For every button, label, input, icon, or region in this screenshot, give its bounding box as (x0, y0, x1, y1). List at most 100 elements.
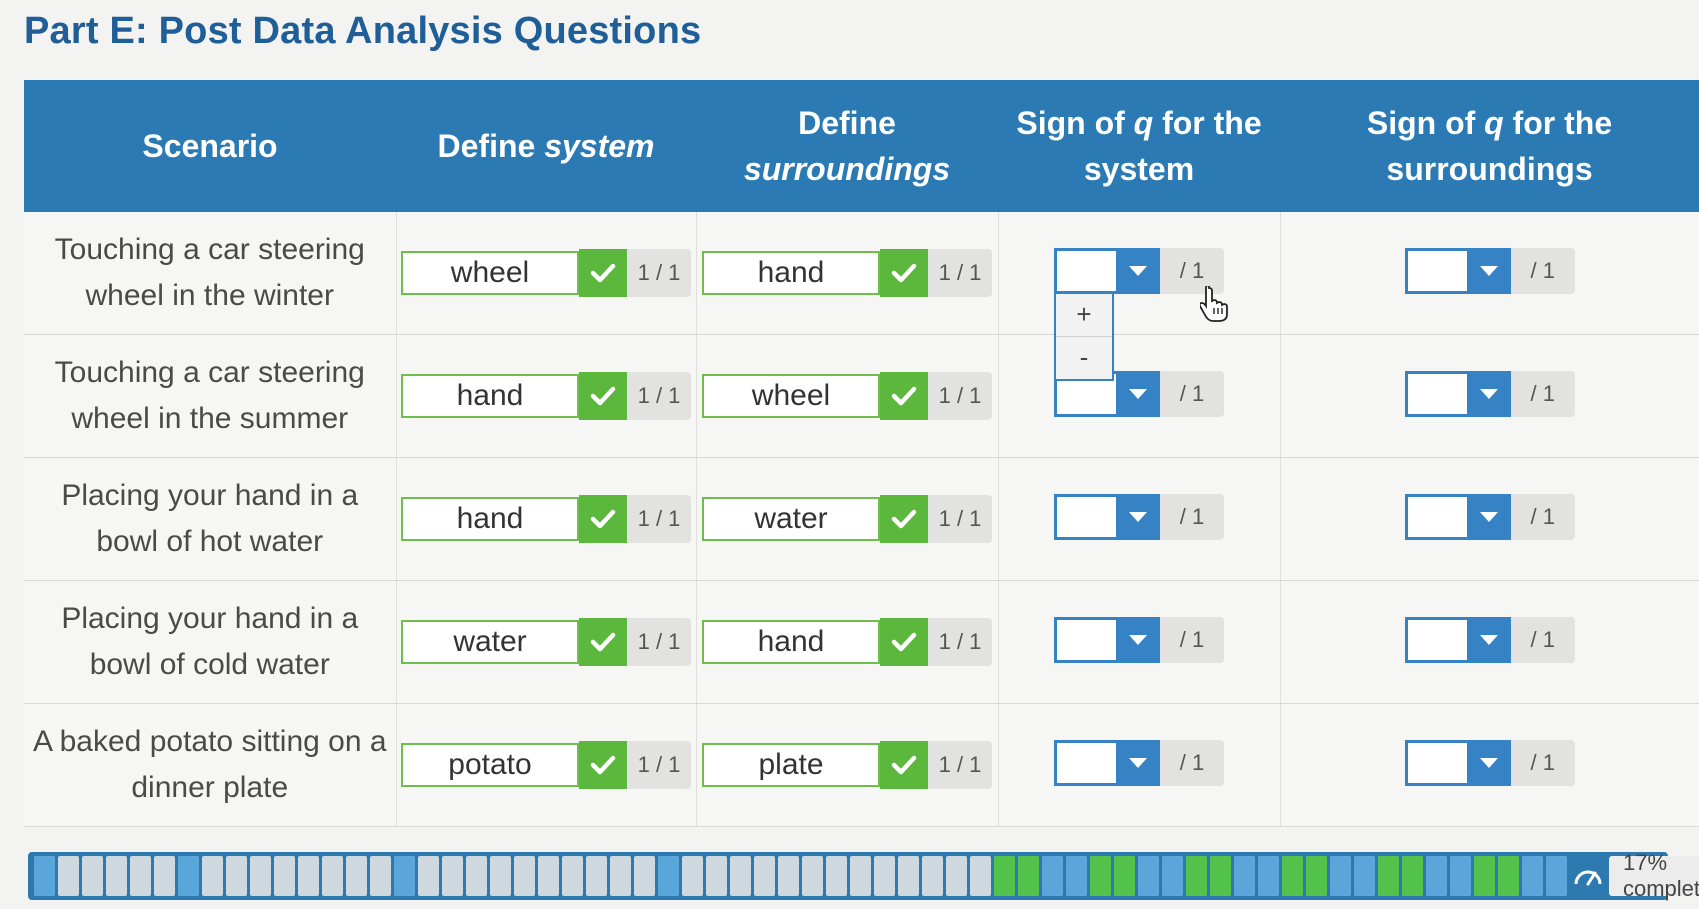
surroundings-answer[interactable]: water 1 / 1 (702, 495, 992, 543)
progress-segment[interactable] (706, 856, 727, 896)
progress-segment[interactable] (586, 856, 607, 896)
system-answer[interactable]: hand 1 / 1 (401, 495, 691, 543)
progress-segment[interactable] (994, 856, 1015, 896)
chevron-down-icon[interactable] (1466, 739, 1511, 786)
dropdown-value[interactable] (1404, 247, 1467, 294)
progress-segment[interactable] (1138, 856, 1159, 896)
dropdown-value[interactable] (1404, 370, 1467, 417)
system-input[interactable]: wheel (401, 251, 579, 295)
progress-segment[interactable] (466, 856, 487, 896)
progress-segment[interactable] (1162, 856, 1183, 896)
dropdown-value[interactable] (1054, 493, 1116, 540)
progress-segment[interactable] (1450, 856, 1471, 896)
surroundings-input[interactable]: water (702, 497, 880, 541)
option-minus[interactable]: - (1056, 336, 1112, 379)
system-answer[interactable]: wheel 1 / 1 (401, 249, 691, 297)
progress-segment[interactable] (130, 856, 151, 896)
dropdown-value[interactable] (1404, 493, 1467, 540)
sign-q-surroundings-dropdown[interactable]: / 1 (1404, 247, 1575, 294)
sign-q-surroundings-dropdown[interactable]: / 1 (1404, 370, 1575, 417)
progress-segment[interactable] (1474, 856, 1495, 896)
progress-segment[interactable] (1090, 856, 1111, 896)
progress-segment[interactable] (1282, 856, 1303, 896)
surroundings-answer[interactable]: plate 1 / 1 (702, 741, 992, 789)
chevron-down-icon[interactable] (1466, 247, 1511, 294)
progress-segment[interactable] (58, 856, 79, 896)
progress-segment[interactable] (178, 856, 199, 896)
system-input[interactable]: potato (401, 743, 579, 787)
chevron-down-icon[interactable] (1466, 370, 1511, 417)
progress-segment[interactable] (490, 856, 511, 896)
progress-segment[interactable] (874, 856, 895, 896)
progress-segment[interactable] (322, 856, 343, 896)
progress-segment[interactable] (226, 856, 247, 896)
progress-segment[interactable] (1498, 856, 1519, 896)
progress-segment[interactable] (730, 856, 751, 896)
dropdown-value[interactable] (1404, 616, 1467, 663)
progress-segment[interactable] (346, 856, 367, 896)
surroundings-input[interactable]: hand (702, 251, 880, 295)
progress-segment[interactable] (250, 856, 271, 896)
progress-segment[interactable] (1546, 856, 1567, 896)
chevron-down-icon[interactable] (1116, 616, 1160, 663)
progress-segment[interactable] (106, 856, 127, 896)
sign-q-system-dropdown[interactable]: / 1 + - (1054, 247, 1224, 381)
progress-segment[interactable] (1114, 856, 1135, 896)
sign-q-system-dropdown[interactable]: / 1 (1054, 493, 1224, 540)
progress-segment[interactable] (1066, 856, 1087, 896)
progress-segment[interactable] (298, 856, 319, 896)
surroundings-answer[interactable]: hand 1 / 1 (702, 249, 992, 297)
progress-segment[interactable] (754, 856, 775, 896)
progress-segment[interactable] (1402, 856, 1423, 896)
progress-segment[interactable] (1042, 856, 1063, 896)
progress-segment[interactable] (1210, 856, 1231, 896)
progress-segment[interactable] (538, 856, 559, 896)
system-answer[interactable]: potato 1 / 1 (401, 741, 691, 789)
chevron-down-icon[interactable] (1116, 739, 1160, 786)
progress-segment[interactable] (898, 856, 919, 896)
chevron-down-icon[interactable] (1466, 493, 1511, 540)
surroundings-input[interactable]: hand (702, 620, 880, 664)
progress-segment[interactable] (1330, 856, 1351, 896)
progress-segment[interactable] (34, 856, 55, 896)
progress-segment[interactable] (634, 856, 655, 896)
progress-segment[interactable] (802, 856, 823, 896)
progress-segment[interactable] (202, 856, 223, 896)
system-answer[interactable]: water 1 / 1 (401, 618, 691, 666)
system-input[interactable]: hand (401, 374, 579, 418)
dropdown-value[interactable] (1054, 616, 1116, 663)
sign-q-system-dropdown[interactable]: / 1 (1054, 616, 1224, 663)
progress-segment[interactable] (922, 856, 943, 896)
progress-segment[interactable] (610, 856, 631, 896)
progress-segment[interactable] (778, 856, 799, 896)
progress-segment[interactable] (1018, 856, 1039, 896)
system-input[interactable]: water (401, 620, 579, 664)
dropdown-value[interactable] (1404, 739, 1467, 786)
sign-q-surroundings-dropdown[interactable]: / 1 (1404, 616, 1575, 663)
option-plus[interactable]: + (1056, 293, 1112, 337)
progress-segment[interactable] (1426, 856, 1447, 896)
surroundings-answer[interactable]: hand 1 / 1 (702, 618, 992, 666)
progress-segment[interactable] (1306, 856, 1327, 896)
progress-segment[interactable] (658, 856, 679, 896)
progress-segment[interactable] (1378, 856, 1399, 896)
surroundings-answer[interactable]: wheel 1 / 1 (702, 372, 992, 420)
progress-segment[interactable] (1258, 856, 1279, 896)
progress-segment[interactable] (154, 856, 175, 896)
progress-segment[interactable] (370, 856, 391, 896)
chevron-down-icon[interactable] (1466, 616, 1511, 663)
progress-segment[interactable] (1354, 856, 1375, 896)
progress-segment[interactable] (394, 856, 415, 896)
sign-q-surroundings-dropdown[interactable]: / 1 (1404, 493, 1575, 540)
progress-segment[interactable] (1186, 856, 1207, 896)
progress-segment[interactable] (970, 856, 991, 896)
progress-segment[interactable] (418, 856, 439, 896)
progress-segment[interactable] (562, 856, 583, 896)
chevron-down-icon[interactable] (1116, 370, 1160, 417)
sign-q-surroundings-dropdown[interactable]: / 1 (1404, 739, 1575, 786)
system-input[interactable]: hand (401, 497, 579, 541)
dropdown-value[interactable] (1054, 247, 1116, 294)
progress-segment[interactable] (850, 856, 871, 896)
progress-segment[interactable] (1234, 856, 1255, 896)
chevron-down-icon[interactable] (1116, 493, 1160, 540)
